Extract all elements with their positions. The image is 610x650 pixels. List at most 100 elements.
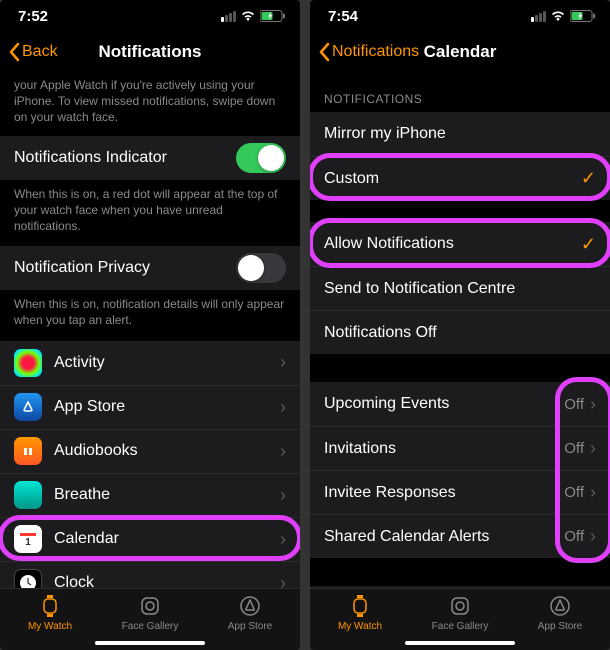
svg-text:1: 1 bbox=[25, 537, 31, 548]
wifi-icon bbox=[550, 10, 566, 22]
row-label: Send to Notification Centre bbox=[324, 280, 596, 298]
row-notification-grouping[interactable]: Notification Grouping Automatically › bbox=[310, 586, 610, 588]
face-gallery-icon bbox=[139, 593, 161, 619]
appstore-tab-icon bbox=[549, 593, 571, 619]
indicator-desc: When this is on, a red dot will appear a… bbox=[0, 180, 300, 247]
row-shared-calendar-alerts[interactable]: Shared Calendar Alerts Off › bbox=[310, 514, 610, 558]
home-indicator[interactable] bbox=[405, 641, 515, 645]
chevron-right-icon: › bbox=[280, 485, 286, 506]
chevron-right-icon: › bbox=[280, 397, 286, 418]
tab-face-gallery[interactable]: Face Gallery bbox=[100, 593, 200, 632]
checkmark-icon: ✓ bbox=[581, 168, 596, 189]
checkmark-icon: ✓ bbox=[581, 234, 596, 255]
chevron-right-icon: › bbox=[590, 526, 596, 547]
status-right bbox=[531, 10, 596, 22]
chevron-right-icon: › bbox=[280, 529, 286, 550]
row-label: Invitations bbox=[324, 440, 564, 458]
section-header: NOTIFICATIONS bbox=[310, 72, 610, 112]
watch-icon bbox=[41, 593, 59, 619]
tab-face-gallery[interactable]: Face Gallery bbox=[410, 593, 510, 632]
row-label: Clock bbox=[54, 574, 278, 588]
appstore-tab-icon bbox=[239, 593, 261, 619]
status-right bbox=[221, 10, 286, 22]
face-gallery-icon bbox=[449, 593, 471, 619]
tab-app-store[interactable]: App Store bbox=[510, 593, 610, 632]
signal-icon bbox=[531, 11, 546, 22]
app-row-appstore[interactable]: App Store › bbox=[0, 385, 300, 429]
wifi-icon bbox=[240, 10, 256, 22]
row-notifications-indicator[interactable]: Notifications Indicator bbox=[0, 136, 300, 180]
back-button[interactable]: Back bbox=[8, 42, 58, 62]
nav-bar: Back Notifications bbox=[0, 32, 300, 72]
toggle-privacy[interactable] bbox=[236, 253, 286, 283]
back-label: Back bbox=[22, 43, 58, 61]
row-label: Mirror my iPhone bbox=[324, 125, 596, 143]
status-bar: 7:52 bbox=[0, 0, 300, 32]
row-label: Audiobooks bbox=[54, 442, 278, 460]
chevron-right-icon: › bbox=[590, 482, 596, 503]
tab-label: App Store bbox=[538, 621, 582, 632]
row-notification-privacy[interactable]: Notification Privacy bbox=[0, 246, 300, 290]
app-row-activity[interactable]: Activity › bbox=[0, 341, 300, 385]
row-invitations[interactable]: Invitations Off › bbox=[310, 426, 610, 470]
row-send-to-center[interactable]: Send to Notification Centre bbox=[310, 266, 610, 310]
row-label: Allow Notifications bbox=[324, 235, 581, 253]
back-button[interactable]: Notifications bbox=[318, 42, 419, 62]
tab-label: Face Gallery bbox=[122, 621, 179, 632]
chevron-right-icon: › bbox=[280, 573, 286, 589]
app-row-audiobooks[interactable]: Audiobooks › bbox=[0, 429, 300, 473]
back-label: Notifications bbox=[332, 43, 419, 61]
privacy-desc: When this is on, notification details wi… bbox=[0, 290, 300, 340]
row-label: App Store bbox=[54, 398, 278, 416]
toggle-indicator[interactable] bbox=[236, 143, 286, 173]
watch-icon bbox=[351, 593, 369, 619]
status-time: 7:54 bbox=[328, 8, 358, 25]
intro-text: your Apple Watch if you're actively usin… bbox=[0, 72, 300, 136]
row-label: Notifications Indicator bbox=[14, 149, 236, 167]
clock-icon bbox=[14, 569, 42, 588]
app-row-breathe[interactable]: Breathe › bbox=[0, 473, 300, 517]
signal-icon bbox=[221, 11, 236, 22]
chevron-right-icon: › bbox=[590, 394, 596, 415]
tab-label: App Store bbox=[228, 621, 272, 632]
activity-icon bbox=[14, 349, 42, 377]
row-value: Off bbox=[564, 484, 584, 501]
nav-bar: Notifications Calendar bbox=[310, 32, 610, 72]
app-row-clock[interactable]: Clock › bbox=[0, 561, 300, 589]
status-time: 7:52 bbox=[18, 8, 48, 25]
battery-icon bbox=[260, 10, 286, 22]
tab-label: Face Gallery bbox=[432, 621, 489, 632]
home-indicator[interactable] bbox=[95, 641, 205, 645]
tab-my-watch[interactable]: My Watch bbox=[310, 593, 410, 632]
audiobooks-icon bbox=[14, 437, 42, 465]
row-custom[interactable]: Custom ✓ bbox=[310, 156, 610, 200]
scroll-area[interactable]: NOTIFICATIONS Mirror my iPhone Custom ✓ … bbox=[310, 72, 610, 588]
app-row-calendar[interactable]: 1 Calendar › bbox=[0, 517, 300, 561]
row-invitee-responses[interactable]: Invitee Responses Off › bbox=[310, 470, 610, 514]
battery-icon bbox=[570, 10, 596, 22]
tab-label: My Watch bbox=[338, 621, 382, 632]
chevron-right-icon: › bbox=[590, 438, 596, 459]
row-label: Custom bbox=[324, 170, 581, 188]
row-label: Shared Calendar Alerts bbox=[324, 528, 564, 546]
chevron-left-icon bbox=[318, 42, 330, 62]
row-label: Activity bbox=[54, 354, 278, 372]
row-label: Notifications Off bbox=[324, 324, 596, 342]
tab-label: My Watch bbox=[28, 621, 72, 632]
row-label: Calendar bbox=[54, 530, 278, 548]
row-label: Breathe bbox=[54, 486, 278, 504]
scroll-area[interactable]: your Apple Watch if you're actively usin… bbox=[0, 72, 300, 588]
tab-my-watch[interactable]: My Watch bbox=[0, 593, 100, 632]
calendar-icon: 1 bbox=[14, 525, 42, 553]
row-allow-notifications[interactable]: Allow Notifications ✓ bbox=[310, 222, 610, 266]
row-label: Invitee Responses bbox=[324, 484, 564, 502]
chevron-left-icon bbox=[8, 42, 20, 62]
screen-notifications: 7:52 Back Notifications your Apple Watch… bbox=[0, 0, 300, 650]
row-notifications-off[interactable]: Notifications Off bbox=[310, 310, 610, 354]
row-value: Off bbox=[564, 440, 584, 457]
row-mirror-iphone[interactable]: Mirror my iPhone bbox=[310, 112, 610, 156]
row-upcoming-events[interactable]: Upcoming Events Off › bbox=[310, 382, 610, 426]
screen-calendar-settings: 7:54 Notifications Calendar NOTIFICATION… bbox=[310, 0, 610, 650]
tab-app-store[interactable]: App Store bbox=[200, 593, 300, 632]
row-label: Upcoming Events bbox=[324, 395, 564, 413]
